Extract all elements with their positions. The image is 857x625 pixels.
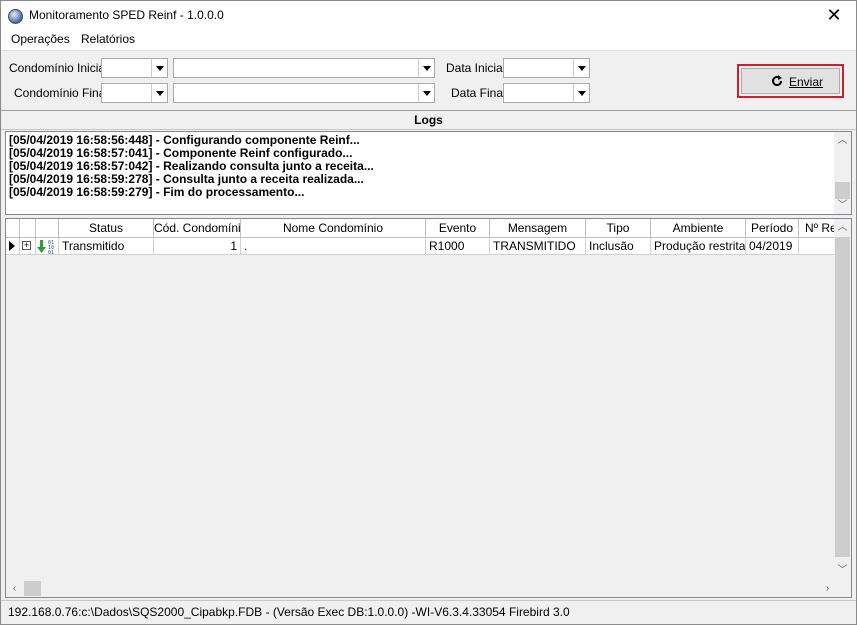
log-line: [05/04/2019 16:58:57:041] - Componente R… [9,146,353,160]
menu-relatorios[interactable]: Relatórios [79,32,137,46]
data-final-picker[interactable] [503,83,590,103]
table-row[interactable]: + 01 10 01 Transmitido 1 . R1000 TRANSMI… [6,238,836,255]
scroll-left-icon[interactable]: ‹ [6,580,23,597]
log-line: [05/04/2019 16:58:56:448] - Configurando… [9,133,360,147]
cell-evento: R1000 [426,238,490,255]
header-numero-recibo[interactable]: Nº Re [799,219,836,238]
svg-text:01: 01 [48,250,54,255]
header-nome-condominio[interactable]: Nome Condomínio [241,219,426,238]
scroll-down-icon[interactable]: ﹀ [834,197,851,214]
main-window: Monitoramento SPED Reinf - 1.0.0.0 ✕ Ope… [0,0,857,625]
data-final-label: Data Final [451,86,506,100]
cell-tipo: Inclusão [586,238,651,255]
send-button-label: Enviar [789,75,824,89]
events-grid: Status Cód. Condomínio Nome Condomínio E… [5,218,852,598]
status-text: 192.168.0.76:c:\Dados\SQS2000_Cipabkp.FD… [8,605,570,619]
menu-bar: Operações Relatórios [1,31,856,51]
log-line: [05/04/2019 16:58:57:042] - Realizando c… [9,159,374,173]
menu-operacoes[interactable]: Operações [9,32,72,46]
logs-vertical-scrollbar[interactable]: ︿ ﹀ [834,132,851,214]
app-globe-icon [8,9,23,24]
header-cod-condominio[interactable]: Cód. Condomínio [154,219,241,238]
chevron-down-icon[interactable] [573,59,589,77]
condominio-inicial-label: Condomínio Inicial [9,61,108,75]
send-highlight: Enviar [737,64,844,98]
scroll-up-icon[interactable]: ︿ [834,132,851,149]
chevron-down-icon[interactable] [418,84,434,102]
condominio-final-name-select[interactable] [173,83,435,103]
row-indicator-icon [6,238,20,255]
condominio-inicial-name-select[interactable] [173,58,435,78]
filter-panel: Condomínio Inicial Data Inicial Condomín… [1,51,856,111]
row-expand-cell: + [20,238,36,255]
chevron-down-icon[interactable] [151,84,167,102]
header-evento[interactable]: Evento [426,219,490,238]
cell-status: Transmitido [59,238,154,255]
cell-cod-condominio: 1 [154,238,241,255]
header-ambiente[interactable]: Ambiente [651,219,746,238]
scroll-right-icon[interactable]: › [819,580,836,597]
send-button[interactable]: Enviar [741,68,840,94]
chevron-down-icon[interactable] [573,84,589,102]
log-line: [05/04/2019 16:58:59:279] - Fim do proce… [9,185,305,199]
cell-periodo: 04/2019 [746,238,799,255]
status-bar: 192.168.0.76:c:\Dados\SQS2000_Cipabkp.FD… [1,600,856,624]
header-status[interactable]: Status [59,219,154,238]
row-status-icon-cell: 01 10 01 [36,238,59,255]
grid-horizontal-thumb[interactable] [24,581,41,596]
data-inicial-picker[interactable] [503,58,590,78]
refresh-icon [772,75,783,87]
cell-ambiente: Produção restrita [651,238,746,255]
condominio-final-code-select[interactable] [101,83,168,103]
transmitted-icon: 01 10 01 [37,240,54,255]
header-indicator [6,219,20,238]
log-line: [05/04/2019 16:58:59:278] - Consulta jun… [9,172,364,186]
cell-numero-recibo [799,238,836,255]
grid-vertical-scrollbar[interactable]: ︿ ﹀ [834,219,851,580]
header-periodo[interactable]: Período [746,219,799,238]
header-mensagem[interactable]: Mensagem [490,219,586,238]
scroll-up-icon[interactable]: ︿ [834,219,851,236]
grid-vertical-thumb[interactable] [835,237,850,557]
chevron-down-icon[interactable] [151,59,167,77]
close-button[interactable]: ✕ [820,4,848,28]
data-inicial-label: Data Inicial [446,61,506,75]
logs-title: Logs [1,111,856,130]
grid-horizontal-scrollbar[interactable]: ‹ › [6,580,836,597]
condominio-inicial-code-select[interactable] [101,58,168,78]
title-bar: Monitoramento SPED Reinf - 1.0.0.0 ✕ [1,1,856,31]
condominio-final-label: Condomínio Final [14,86,109,100]
header-icon [36,219,59,238]
logs-textarea[interactable]: [05/04/2019 16:58:56:448] - Configurando… [5,131,852,215]
window-title: Monitoramento SPED Reinf - 1.0.0.0 [29,8,224,22]
chevron-down-icon[interactable] [418,59,434,77]
header-tipo[interactable]: Tipo [586,219,651,238]
header-expand [20,219,36,238]
cell-mensagem: TRANSMITIDO [490,238,586,255]
scroll-down-icon[interactable]: ﹀ [834,562,851,579]
expand-plus-icon[interactable]: + [22,241,31,250]
cell-nome-condominio: . [241,238,426,255]
grid-header: Status Cód. Condomínio Nome Condomínio E… [6,219,836,238]
